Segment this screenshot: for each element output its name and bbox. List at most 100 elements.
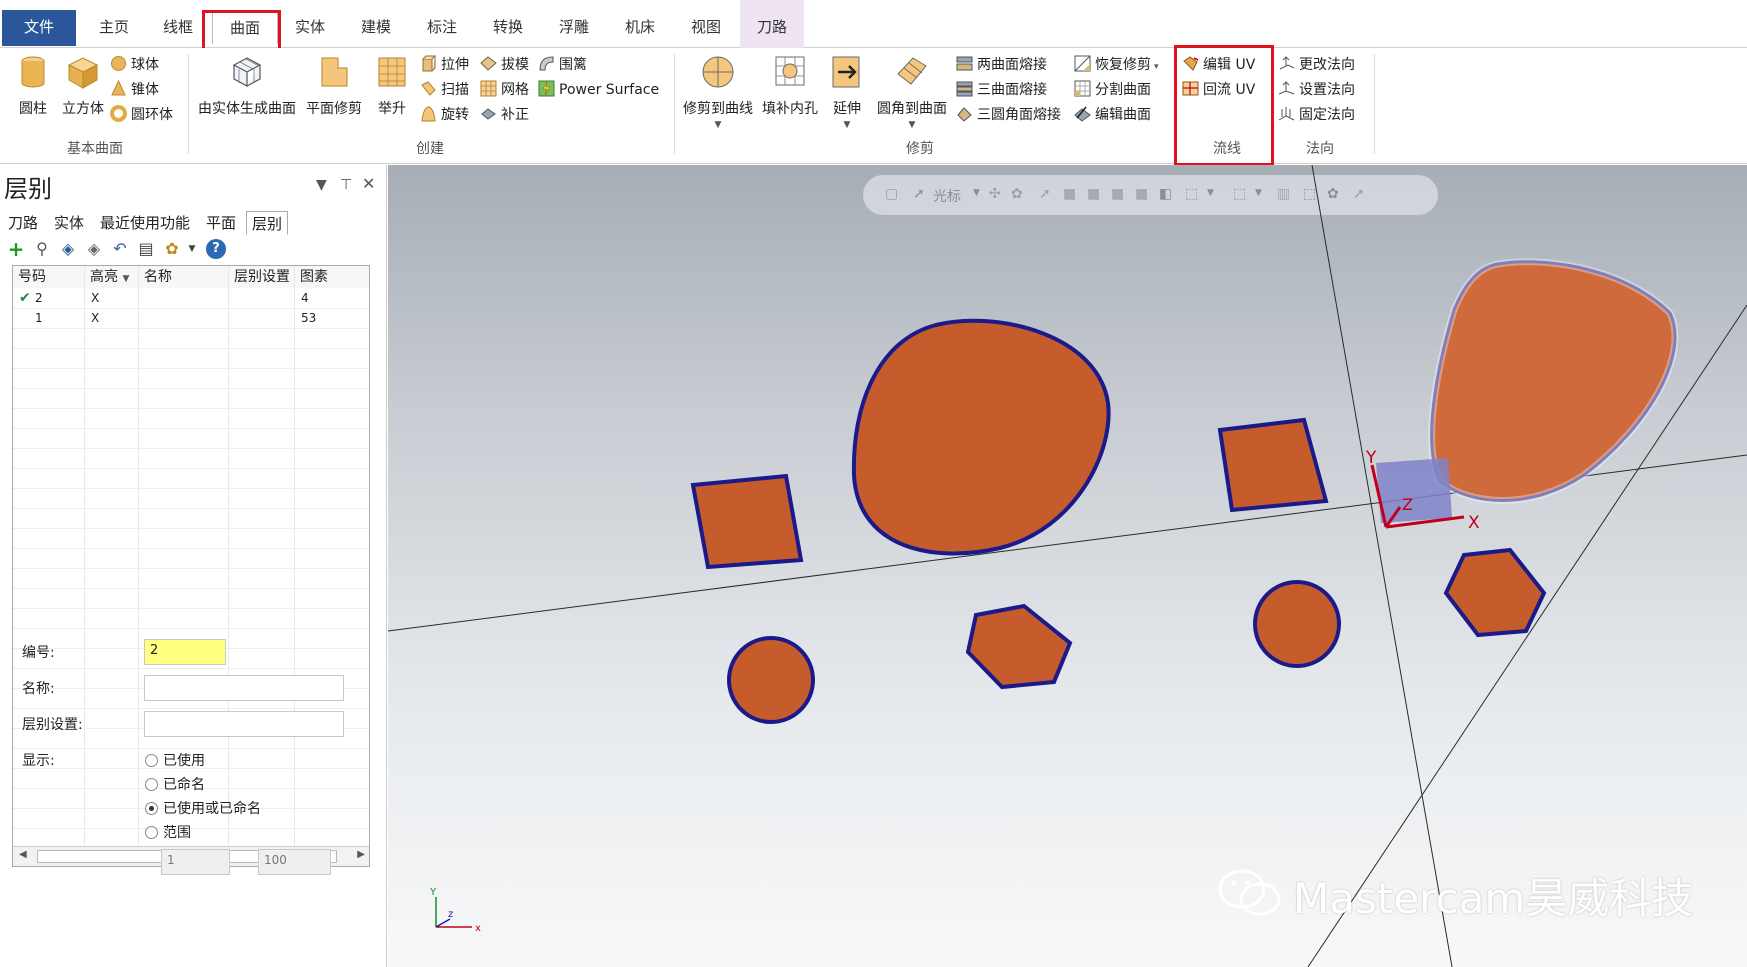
fence-button[interactable]: 围篱 — [538, 54, 587, 76]
edit-surface-button[interactable]: 编辑曲面 — [1074, 104, 1151, 126]
extend-button[interactable]: 延伸 ▼ — [826, 54, 868, 130]
scroll-left-icon[interactable]: ◀ — [19, 849, 27, 860]
sweep-button[interactable]: 扫描 — [420, 79, 469, 101]
scroll-right-icon[interactable]: ▶ — [357, 849, 365, 860]
level-name-input[interactable] — [144, 675, 344, 701]
tab-file[interactable]: 文件 — [2, 10, 76, 46]
tab-home[interactable]: 主页 — [82, 10, 146, 44]
set-normals-button[interactable]: 设置法向 — [1278, 79, 1355, 101]
dropdown-arrow-icon[interactable]: ▼ — [182, 239, 202, 259]
cylinder-button[interactable]: 圆柱 — [14, 54, 52, 118]
levels-stack-icon[interactable]: ◈ — [58, 239, 78, 259]
radio-range[interactable]: 范围 — [145, 823, 191, 843]
range-to-input[interactable]: 100 — [258, 849, 331, 875]
close-icon[interactable]: ✕ — [362, 174, 375, 193]
dropdown-arrow-icon[interactable]: ▼ — [870, 120, 954, 130]
blob-surface[interactable] — [851, 318, 1111, 556]
change-normals-button[interactable]: 更改法向 — [1278, 54, 1355, 76]
level-set-input[interactable] — [144, 711, 344, 737]
split-surface-button[interactable]: 分割曲面 — [1074, 79, 1151, 101]
tab-toolpaths[interactable]: 刀路 — [740, 0, 804, 48]
cell-highlight[interactable]: X — [91, 308, 99, 328]
graphics-viewport[interactable]: ▢ ➚ 光标 ▼ ✣ ✿ ➚ ■ ■ ■ ■ ◧ ⬚ ▼ ⬚ ▼ ▥ ⬚ ✿ ➚ — [388, 165, 1747, 967]
column-header-number[interactable]: 号码 — [13, 266, 85, 288]
torus-button[interactable]: 圆环体 — [110, 104, 173, 126]
cone-button[interactable]: 锥体 — [110, 79, 159, 101]
radio-used[interactable]: 已使用 — [145, 751, 205, 771]
radio-circle[interactable] — [145, 778, 158, 791]
radio-named[interactable]: 已命名 — [145, 775, 205, 795]
column-header-name[interactable]: 名称 — [139, 266, 229, 288]
panel-tab-solids[interactable]: 实体 — [54, 211, 84, 235]
calculator-icon[interactable]: ▤ — [136, 239, 156, 259]
draft-button[interactable]: 拔模 — [480, 54, 529, 76]
range-from-input[interactable]: 1 — [161, 849, 230, 875]
column-header-highlight[interactable]: 高亮 ▼ — [85, 266, 139, 288]
trim-to-curves-button[interactable]: 修剪到曲线 ▼ — [678, 54, 758, 130]
tab-wireframe[interactable]: 线框 — [146, 10, 210, 44]
help-icon[interactable]: ? — [206, 239, 226, 259]
extrude-button[interactable]: 拉伸 — [420, 54, 469, 76]
add-level-icon[interactable]: + — [6, 239, 26, 259]
offset-button[interactable]: 补正 — [480, 104, 529, 126]
torus-icon — [110, 105, 127, 122]
hexagon-surface[interactable] — [1443, 547, 1547, 638]
column-header-entities[interactable]: 图素 — [295, 266, 369, 288]
dropdown-arrow-icon[interactable]: ▼ — [826, 120, 868, 130]
tab-drafting[interactable]: 标注 — [410, 10, 474, 44]
table-row[interactable]: ✔ 2 X 4 — [13, 288, 369, 308]
circle-surface[interactable] — [1253, 580, 1341, 668]
tab-transform[interactable]: 转换 — [476, 10, 540, 44]
tab-view[interactable]: 视图 — [674, 10, 738, 44]
table-row[interactable]: 1 X 53 — [13, 308, 369, 328]
search-icon[interactable]: ⚲ — [32, 239, 52, 259]
undo-icon[interactable]: ↶ — [110, 239, 130, 259]
hexagon-surface[interactable] — [965, 603, 1073, 690]
tab-surfaces[interactable]: 曲面 — [212, 10, 278, 44]
flow-uv-button[interactable]: 回流 UV — [1182, 79, 1255, 101]
sphere-button[interactable]: 球体 — [110, 54, 159, 76]
levels-stack-gray-icon[interactable]: ◈ — [84, 239, 104, 259]
three-surface-blend-button[interactable]: 三曲面熔接 — [956, 79, 1047, 101]
fix-normals-button[interactable]: 固定法向 — [1278, 104, 1355, 126]
untrim-button[interactable]: 恢复修剪 ▾ — [1074, 54, 1159, 76]
edit-uv-button[interactable]: 编辑 UV — [1182, 54, 1255, 76]
circle-surface[interactable] — [727, 636, 815, 724]
panel-menu-icon[interactable]: ▼ — [316, 177, 327, 193]
tab-model-prep[interactable]: 建模 — [344, 10, 408, 44]
level-number-input[interactable]: 2 — [144, 639, 226, 665]
flat-boundary-button[interactable]: 平面修剪 — [302, 54, 366, 118]
panel-tab-recent[interactable]: 最近使用功能 — [100, 211, 190, 235]
surface-from-solid-button[interactable]: 由实体生成曲面 — [194, 54, 300, 118]
power-surface-button[interactable]: Power Surface — [538, 79, 659, 101]
fillet-to-surfaces-button[interactable]: 圆角到曲面 ▼ — [870, 54, 954, 130]
grid-line — [294, 266, 295, 846]
tab-solids[interactable]: 实体 — [278, 10, 342, 44]
pin-icon[interactable]: ⊤ — [340, 177, 352, 193]
net-button[interactable]: 网格 — [480, 79, 529, 101]
revolve-button[interactable]: 旋转 — [420, 104, 469, 126]
panel-tab-toolpaths[interactable]: 刀路 — [8, 211, 38, 235]
radio-used-or-named[interactable]: 已使用或已命名 — [145, 799, 261, 819]
tab-machine[interactable]: 机床 — [608, 10, 672, 44]
square-surface[interactable] — [1217, 417, 1329, 513]
panel-tab-planes[interactable]: 平面 — [206, 211, 236, 235]
panel-tab-levels[interactable]: 层别 — [246, 211, 289, 235]
square-surface[interactable] — [690, 473, 804, 570]
two-surface-blend-button[interactable]: 两曲面熔接 — [956, 54, 1047, 76]
tab-art[interactable]: 浮雕 — [542, 10, 606, 44]
cube-button[interactable]: 立方体 — [58, 54, 108, 118]
radio-circle[interactable] — [145, 754, 158, 767]
gear-icon[interactable]: ✿ — [162, 239, 182, 259]
grid-line — [13, 368, 369, 369]
radio-circle[interactable] — [145, 826, 158, 839]
dropdown-arrow-icon[interactable]: ▾ — [1154, 62, 1159, 72]
selected-blob-surface[interactable] — [1430, 260, 1677, 502]
radio-circle-selected[interactable] — [145, 802, 158, 815]
three-fillet-blend-button[interactable]: 三圆角面熔接 — [956, 104, 1061, 126]
cell-highlight[interactable]: X — [91, 288, 99, 308]
loft-button[interactable]: 举升 — [372, 54, 412, 118]
dropdown-arrow-icon[interactable]: ▼ — [678, 120, 758, 130]
fill-holes-button[interactable]: 填补内孔 — [758, 54, 822, 118]
column-header-level-set[interactable]: 层别设置 — [229, 266, 295, 288]
